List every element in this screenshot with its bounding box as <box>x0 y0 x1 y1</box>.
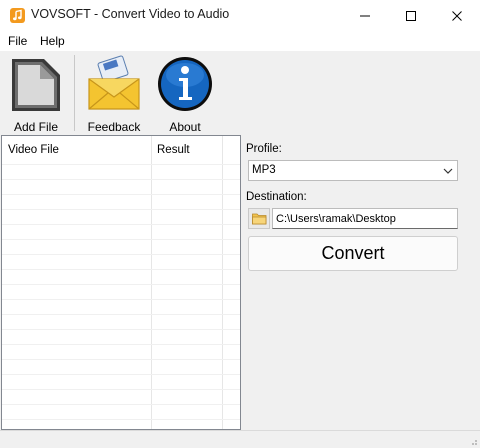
music-note-app-icon <box>10 8 25 23</box>
close-button[interactable] <box>434 0 480 31</box>
grid-line <box>2 224 240 225</box>
about-label: About <box>169 120 201 134</box>
minimize-icon <box>360 15 370 17</box>
folder-icon <box>252 213 267 225</box>
resize-grip-icon[interactable] <box>468 436 478 446</box>
grid-line <box>2 329 240 330</box>
grid-line <box>2 209 240 210</box>
settings-panel: Profile: MP3 Destination: Convert <box>246 135 480 430</box>
menu-help[interactable]: Help <box>40 34 65 48</box>
status-bar <box>0 430 480 448</box>
profile-selected-value: MP3 <box>252 164 276 176</box>
destination-path-input[interactable] <box>272 208 458 229</box>
about-button[interactable]: About <box>154 53 216 134</box>
profile-select[interactable]: MP3 <box>248 160 458 181</box>
grid-line <box>2 239 240 240</box>
window-title: VOVSOFT - Convert Video to Audio <box>31 7 230 21</box>
grid-line <box>2 344 240 345</box>
grid-line <box>2 389 240 390</box>
grid-line <box>2 164 240 165</box>
grid-line <box>2 359 240 360</box>
envelope-icon <box>88 55 140 110</box>
profile-label: Profile: <box>246 143 282 155</box>
grid-line <box>2 404 240 405</box>
feedback-button[interactable]: Feedback <box>83 53 145 134</box>
grid-line <box>2 269 240 270</box>
add-file-label: Add File <box>13 120 59 134</box>
close-icon <box>452 11 462 21</box>
add-file-document-icon <box>12 59 60 111</box>
browse-folder-button[interactable] <box>248 208 270 229</box>
video-file-list[interactable]: Video File Result <box>1 135 241 430</box>
grid-line <box>2 194 240 195</box>
maximize-button[interactable] <box>388 0 434 31</box>
menu-file[interactable]: File <box>8 34 27 48</box>
title-bar: VOVSOFT - Convert Video to Audio <box>0 0 480 31</box>
feedback-label: Feedback <box>87 120 141 134</box>
grid-line <box>2 179 240 180</box>
list-header: Video File Result <box>2 136 240 164</box>
column-result[interactable]: Result <box>157 144 190 156</box>
grid-line <box>2 314 240 315</box>
chevron-down-icon <box>443 168 453 174</box>
menu-bar: File Help <box>0 31 480 51</box>
convert-button[interactable]: Convert <box>248 236 458 271</box>
grid-line <box>2 299 240 300</box>
destination-label: Destination: <box>246 191 307 203</box>
grid-line <box>2 374 240 375</box>
info-icon <box>158 57 212 111</box>
grid-line <box>2 284 240 285</box>
maximize-icon <box>406 11 416 21</box>
grid-line <box>2 419 240 420</box>
grid-line <box>2 254 240 255</box>
minimize-button[interactable] <box>342 0 388 31</box>
toolbar: Add File Feedback About <box>0 51 480 134</box>
toolbar-separator <box>74 55 75 131</box>
add-file-button[interactable]: Add File <box>5 53 67 134</box>
column-video-file[interactable]: Video File <box>8 144 59 156</box>
